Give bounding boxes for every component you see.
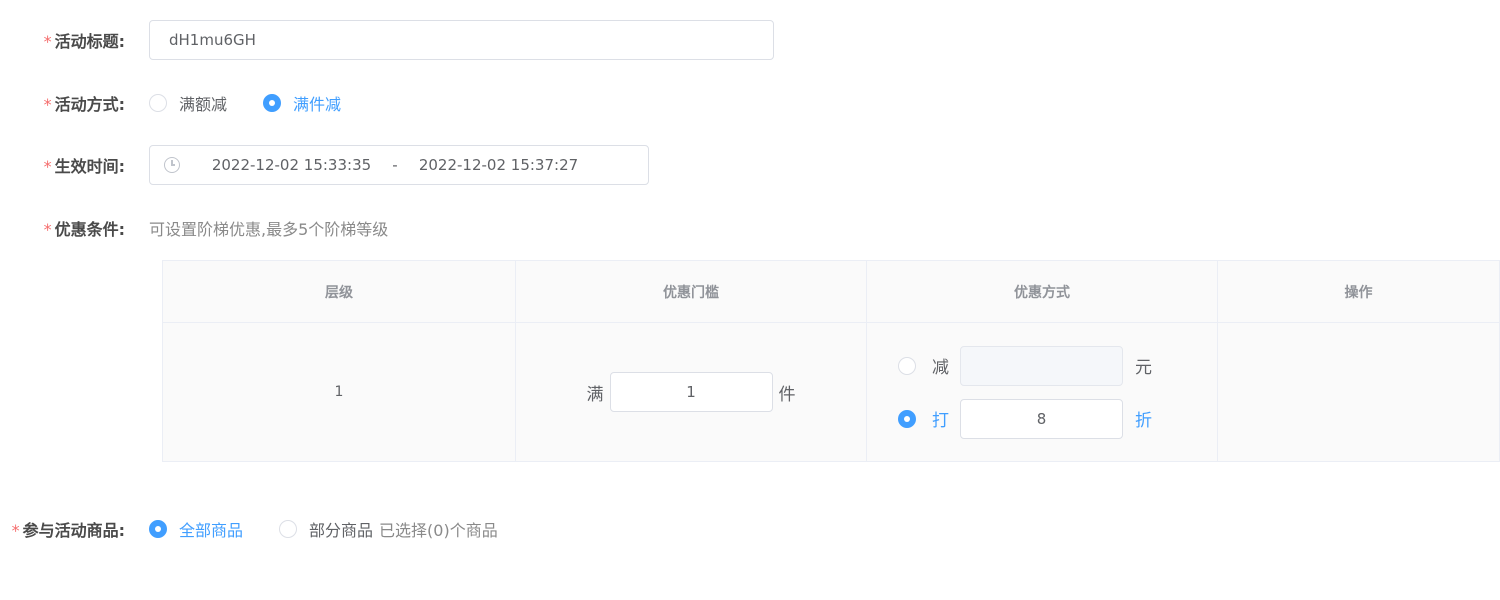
time-label: * 生效时间: [43,157,125,176]
header-method: 优惠方式 [866,260,1218,323]
cell-level: 1 [162,322,516,462]
goods-label: * 参与活动商品: [11,521,125,540]
radio-checked-icon[interactable] [898,409,916,428]
threshold-input[interactable]: 1 [609,372,773,412]
radio-checked-icon[interactable] [263,94,282,112]
reduce-amount-input[interactable] [960,345,1123,386]
conditions-label: * 优惠条件: [43,220,125,239]
method-label: * 活动方式: [43,95,125,114]
reduce-unit: 元 [1135,358,1152,378]
table-row: 1 满 1 件 减 元 打 8 折 [162,322,1500,462]
table-header-row: 层级 优惠门槛 优惠方式 操作 [162,260,1500,323]
required-star: * [43,32,52,51]
required-star: * [11,521,20,540]
start-date[interactable]: 2022-12-02 15:33:35 [204,156,379,174]
cell-actions [1217,322,1500,462]
method-radio-quantity[interactable]: 满件减 [263,91,341,115]
discount-rate-input[interactable]: 8 [960,398,1123,439]
clock-icon [164,157,180,173]
required-star: * [43,95,52,114]
form-row-time: * 生效时间: 2022-12-02 15:33:35 - 2022-12-02 … [0,145,649,185]
radio-icon[interactable] [898,356,916,375]
reduce-option[interactable]: 减 元 [898,339,1217,392]
selected-goods-count: 已选择(0)个商品 [379,521,498,540]
goods-radio-partial[interactable]: 部分商品 [279,517,373,541]
title-input[interactable]: dH1mu6GH [149,20,774,60]
date-separator: - [392,156,398,174]
end-date[interactable]: 2022-12-02 15:37:27 [411,156,586,174]
required-star: * [43,157,52,176]
date-range-picker[interactable]: 2022-12-02 15:33:35 - 2022-12-02 15:37:2… [149,145,649,185]
goods-radio-all[interactable]: 全部商品 [149,517,243,541]
discount-option[interactable]: 打 8 折 [898,392,1217,445]
discount-label: 打 [932,411,949,431]
cell-method: 减 元 打 8 折 [866,322,1218,462]
discount-unit: 折 [1135,411,1152,431]
title-label: * 活动标题: [43,32,125,51]
radio-checked-icon[interactable] [149,520,167,538]
conditions-hint: 可设置阶梯优惠,最多5个阶梯等级 [149,220,389,239]
method-radio-amount[interactable]: 满额减 [149,91,227,115]
threshold-unit: 件 [778,384,796,405]
header-threshold: 优惠门槛 [515,260,867,323]
radio-icon[interactable] [149,94,167,112]
radio-icon[interactable] [279,520,298,538]
required-star: * [43,220,52,239]
form-row-title: * 活动标题: dH1mu6GH [0,20,774,60]
threshold-prefix: 满 [586,384,604,405]
reduce-label: 减 [932,358,949,378]
tier-table: 层级 优惠门槛 优惠方式 操作 1 满 1 件 减 元 打 8 折 [162,260,1500,462]
header-actions: 操作 [1217,260,1500,323]
form-row-conditions: * 优惠条件: 可设置阶梯优惠,最多5个阶梯等级 [0,208,389,248]
header-level: 层级 [162,260,516,323]
form-row-goods: * 参与活动商品: 全部商品 部分商品 已选择(0)个商品 [0,509,498,549]
form-row-method: * 活动方式: 满额减 满件减 [0,83,377,123]
cell-threshold: 满 1 件 [515,322,867,462]
